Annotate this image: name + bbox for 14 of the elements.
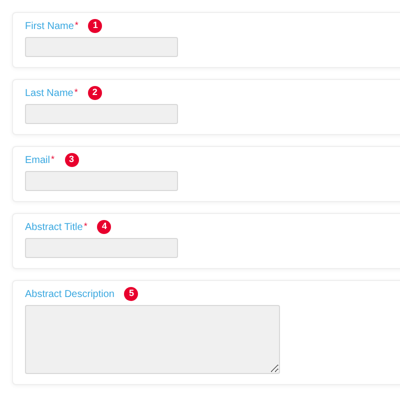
number-badge: 3 <box>64 153 79 167</box>
number-badge: 1 <box>88 19 102 33</box>
number-badge: 4 <box>97 220 112 234</box>
field-label: First Name <box>25 20 74 34</box>
number-badge: 2 <box>88 86 102 100</box>
required-asterisk: * <box>84 220 88 233</box>
required-asterisk: * <box>74 86 78 99</box>
required-asterisk: * <box>51 153 55 166</box>
field-label: Abstract Title <box>25 220 83 234</box>
field-label: Abstract Description <box>25 288 114 302</box>
field-label: Last Name <box>25 86 74 100</box>
field-label: Email <box>25 154 50 168</box>
required-asterisk: * <box>74 19 78 32</box>
number-badge: 5 <box>124 287 138 301</box>
